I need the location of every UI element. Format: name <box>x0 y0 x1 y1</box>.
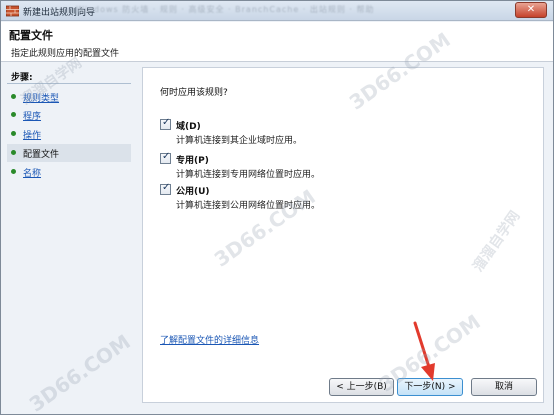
page-header: 配置文件 指定此规则应用的配置文件 <box>1 22 553 62</box>
steps-panel: 步骤: 规则类型 程序 操作 配置文件 名称 <box>7 67 131 403</box>
option-label[interactable]: 专用(P) <box>176 153 209 166</box>
option-description: 计算机连接到专用网络位置时应用。 <box>176 170 321 180</box>
step-bullet-icon <box>11 112 16 117</box>
option-description: 计算机连接到其企业域时应用。 <box>176 136 303 146</box>
wizard-window: 新建出站规则向导 Windows 防火墙 · 规则 · 高级安全 · Branc… <box>0 0 554 415</box>
option-label[interactable]: 域(D) <box>176 119 201 132</box>
option-label[interactable]: 公用(U) <box>176 184 210 197</box>
step-label[interactable]: 程序 <box>23 109 41 122</box>
steps-divider <box>7 83 131 84</box>
step-rule-type[interactable]: 规则类型 <box>7 88 131 106</box>
option-description: 计算机连接到公用网络位置时应用。 <box>176 201 321 211</box>
title-bar[interactable]: 新建出站规则向导 Windows 防火墙 · 规则 · 高级安全 · Branc… <box>1 1 553 21</box>
learn-more-link[interactable]: 了解配置文件的详细信息 <box>160 333 259 346</box>
step-label: 配置文件 <box>23 150 60 160</box>
back-button[interactable]: < 上一步(B) <box>329 378 394 396</box>
step-program[interactable]: 程序 <box>7 106 131 124</box>
step-label[interactable]: 名称 <box>23 166 41 179</box>
domain-checkbox[interactable] <box>160 117 171 130</box>
steps-title: 步骤: <box>11 73 33 83</box>
option-public[interactable]: 公用(U) 计算机连接到公用网络位置时应用。 <box>160 182 460 214</box>
question-text: 何时应用该规则? <box>160 88 228 98</box>
page-subtitle: 指定此规则应用的配置文件 <box>11 49 120 59</box>
step-label[interactable]: 规则类型 <box>23 91 59 104</box>
option-private[interactable]: 专用(P) 计算机连接到专用网络位置时应用。 <box>160 151 460 183</box>
content-panel: 何时应用该规则? 域(D) 计算机连接到其企业域时应用。 专用(P) 计算机连接… <box>142 67 544 403</box>
cancel-button[interactable]: 取消 <box>471 378 537 396</box>
step-bullet-icon <box>11 131 16 136</box>
page-title: 配置文件 <box>9 29 53 42</box>
step-profile: 配置文件 <box>7 144 131 162</box>
step-bullet-icon <box>11 150 16 155</box>
option-domain[interactable]: 域(D) 计算机连接到其企业域时应用。 <box>160 117 460 149</box>
close-button[interactable]: ✕ <box>515 2 547 18</box>
step-name[interactable]: 名称 <box>7 163 131 181</box>
step-label[interactable]: 操作 <box>23 128 41 141</box>
step-bullet-icon <box>11 94 16 99</box>
step-bullet-icon <box>11 169 16 174</box>
private-checkbox[interactable] <box>160 151 171 164</box>
background-window-text: Windows 防火墙 · 规则 · 高级安全 · BranchCache · … <box>76 5 375 14</box>
step-action[interactable]: 操作 <box>7 125 131 143</box>
red-arrow-annotation <box>413 321 435 381</box>
firewall-icon <box>6 5 19 17</box>
public-checkbox[interactable] <box>160 182 171 195</box>
